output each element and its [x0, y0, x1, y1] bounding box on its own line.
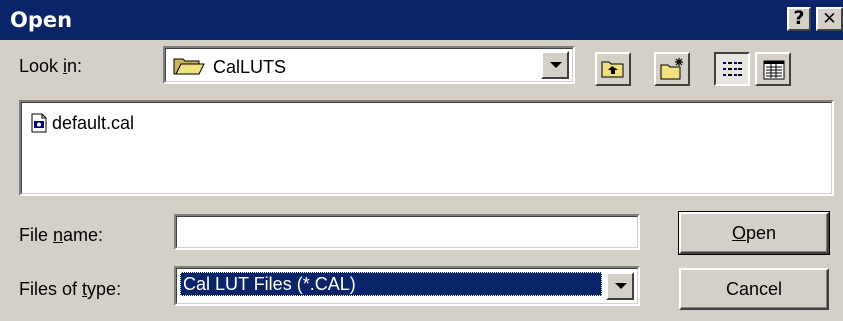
list-item[interactable]: default.cal — [31, 112, 134, 134]
new-folder-icon — [660, 57, 686, 86]
up-one-level-button[interactable] — [595, 52, 631, 86]
look-in-combo[interactable]: CalLUTS — [163, 46, 575, 84]
details-view-button[interactable] — [755, 52, 791, 86]
window-title: Open — [10, 8, 73, 32]
cancel-button-label: Cancel — [725, 278, 783, 299]
cancel-button[interactable]: Cancel — [679, 268, 829, 310]
open-button[interactable]: Open — [679, 212, 829, 254]
look-in-dropdown-button[interactable] — [541, 51, 569, 79]
look-in-value: CalLUTS — [213, 57, 287, 77]
help-icon: ? — [793, 7, 805, 29]
file-name-text: default.cal — [52, 112, 135, 133]
file-type-dropdown-button[interactable] — [606, 272, 634, 300]
up-one-level-icon — [601, 59, 625, 84]
chevron-down-icon — [615, 283, 627, 289]
close-icon: ✕ — [822, 9, 837, 29]
open-button-label: Open — [731, 222, 777, 243]
chevron-down-icon — [550, 62, 562, 68]
close-button[interactable]: ✕ — [816, 7, 843, 31]
file-type-label: Files of type: — [19, 279, 122, 299]
details-view-icon — [763, 60, 785, 85]
open-dialog: Open ? ✕ Look in: CalLUTS default.cal Fi… — [0, 0, 843, 321]
file-type-select[interactable]: Cal LUT Files (*.CAL) — [174, 266, 640, 306]
file-type-value: Cal LUT Files (*.CAL) — [180, 272, 602, 296]
list-view-icon — [722, 60, 744, 85]
help-button[interactable]: ? — [787, 7, 811, 31]
file-list[interactable]: default.cal — [19, 100, 834, 196]
cal-file-icon — [31, 113, 47, 133]
list-view-button[interactable] — [714, 52, 750, 86]
look-in-label: Look in: — [19, 56, 83, 76]
file-name-input[interactable] — [174, 214, 640, 250]
file-name-label: File name: — [19, 225, 104, 245]
title-bar[interactable]: Open ? ✕ — [0, 0, 843, 40]
folder-open-icon — [173, 56, 205, 76]
new-folder-button[interactable] — [654, 52, 690, 86]
